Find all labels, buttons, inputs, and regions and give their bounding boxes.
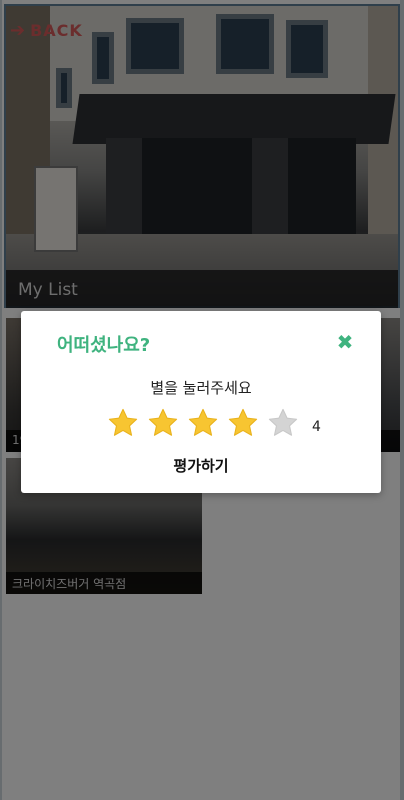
star-filled-icon[interactable] [227, 407, 259, 443]
rating-score: 4 [312, 419, 321, 435]
star-filled-icon[interactable] [147, 407, 179, 443]
rating-modal: 어떠셨나요? ✖ 별을 눌러주세요 4 평가하기 [21, 311, 381, 493]
close-icon[interactable]: ✖ [335, 331, 355, 353]
star-filled-icon[interactable] [187, 407, 219, 443]
modal-subtitle: 별을 눌러주세요 [150, 379, 252, 397]
star-rating [107, 407, 299, 443]
submit-rating-button[interactable]: 평가하기 [21, 455, 381, 476]
modal-title: 어떠셨나요? [57, 335, 151, 356]
star-filled-icon[interactable] [107, 407, 139, 443]
star-empty-icon[interactable] [267, 407, 299, 443]
